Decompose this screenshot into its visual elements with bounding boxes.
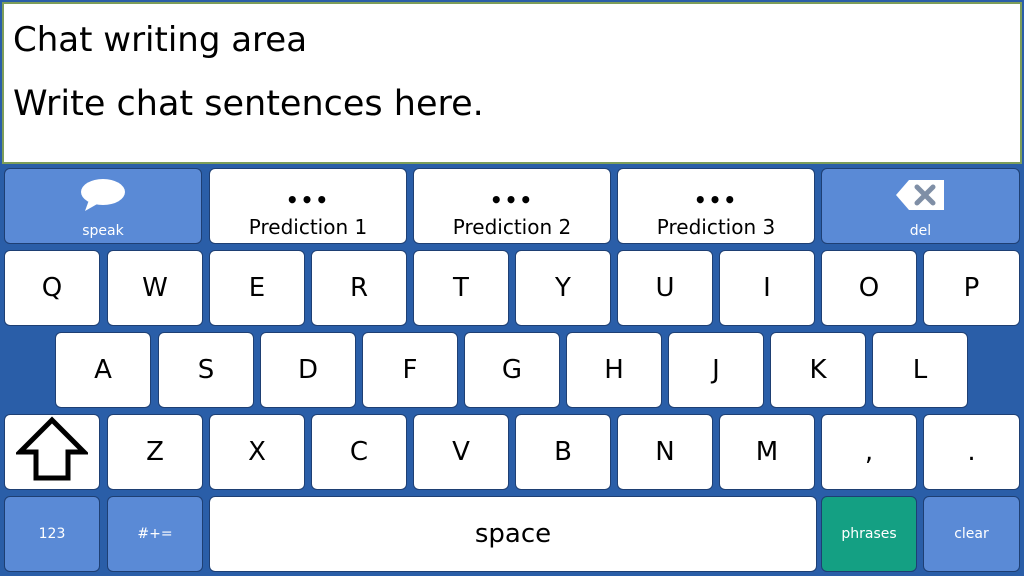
speech-bubble-icon <box>79 178 127 219</box>
shift-button[interactable] <box>4 414 100 490</box>
key-a[interactable]: A <box>55 332 151 408</box>
key-u[interactable]: U <box>617 250 713 326</box>
key-k[interactable]: K <box>770 332 866 408</box>
key-t[interactable]: T <box>413 250 509 326</box>
clear-button[interactable]: clear <box>923 496 1020 572</box>
prediction-dots: ••• <box>285 188 331 212</box>
key-s[interactable]: S <box>158 332 254 408</box>
phrases-button[interactable]: phrases <box>821 496 917 572</box>
key-p[interactable]: P <box>923 250 1020 326</box>
writing-area-text: Write chat sentences here. <box>13 84 484 124</box>
key-w[interactable]: W <box>107 250 203 326</box>
key-j[interactable]: J <box>668 332 764 408</box>
prediction-button-3[interactable]: ••• Prediction 3 <box>617 168 815 244</box>
key-g[interactable]: G <box>464 332 560 408</box>
key-comma[interactable]: , <box>821 414 917 490</box>
key-e[interactable]: E <box>209 250 305 326</box>
key-f[interactable]: F <box>362 332 458 408</box>
delete-button[interactable]: del <box>821 168 1020 244</box>
key-q[interactable]: Q <box>4 250 100 326</box>
key-r[interactable]: R <box>311 250 407 326</box>
space-button[interactable]: space <box>209 496 817 572</box>
key-l[interactable]: L <box>872 332 968 408</box>
key-z[interactable]: Z <box>107 414 203 490</box>
speak-button[interactable]: speak <box>4 168 202 244</box>
chat-writing-area[interactable]: Chat writing area Write chat sentences h… <box>2 2 1022 164</box>
on-screen-keyboard: speak ••• Prediction 1 ••• Prediction 2 … <box>0 164 1024 576</box>
prediction-button-1[interactable]: ••• Prediction 1 <box>209 168 407 244</box>
key-x[interactable]: X <box>209 414 305 490</box>
writing-area-title: Chat writing area <box>13 20 308 60</box>
prediction-label: Prediction 3 <box>656 215 776 239</box>
key-y[interactable]: Y <box>515 250 611 326</box>
speak-label: speak <box>82 223 124 239</box>
key-d[interactable]: D <box>260 332 356 408</box>
key-period[interactable]: . <box>923 414 1020 490</box>
prediction-dots: ••• <box>489 188 535 212</box>
key-b[interactable]: B <box>515 414 611 490</box>
prediction-dots: ••• <box>693 188 739 212</box>
symbols-button[interactable]: #+= <box>107 496 203 572</box>
prediction-label: Prediction 1 <box>248 215 368 239</box>
key-n[interactable]: N <box>617 414 713 490</box>
key-o[interactable]: O <box>821 250 917 326</box>
del-label: del <box>909 223 932 239</box>
prediction-label: Prediction 2 <box>452 215 572 239</box>
key-v[interactable]: V <box>413 414 509 490</box>
prediction-button-2[interactable]: ••• Prediction 2 <box>413 168 611 244</box>
shift-arrow-icon <box>13 415 91 489</box>
backspace-icon <box>895 178 947 219</box>
key-m[interactable]: M <box>719 414 815 490</box>
key-c[interactable]: C <box>311 414 407 490</box>
key-i[interactable]: I <box>719 250 815 326</box>
key-h[interactable]: H <box>566 332 662 408</box>
numbers-button[interactable]: 123 <box>4 496 100 572</box>
